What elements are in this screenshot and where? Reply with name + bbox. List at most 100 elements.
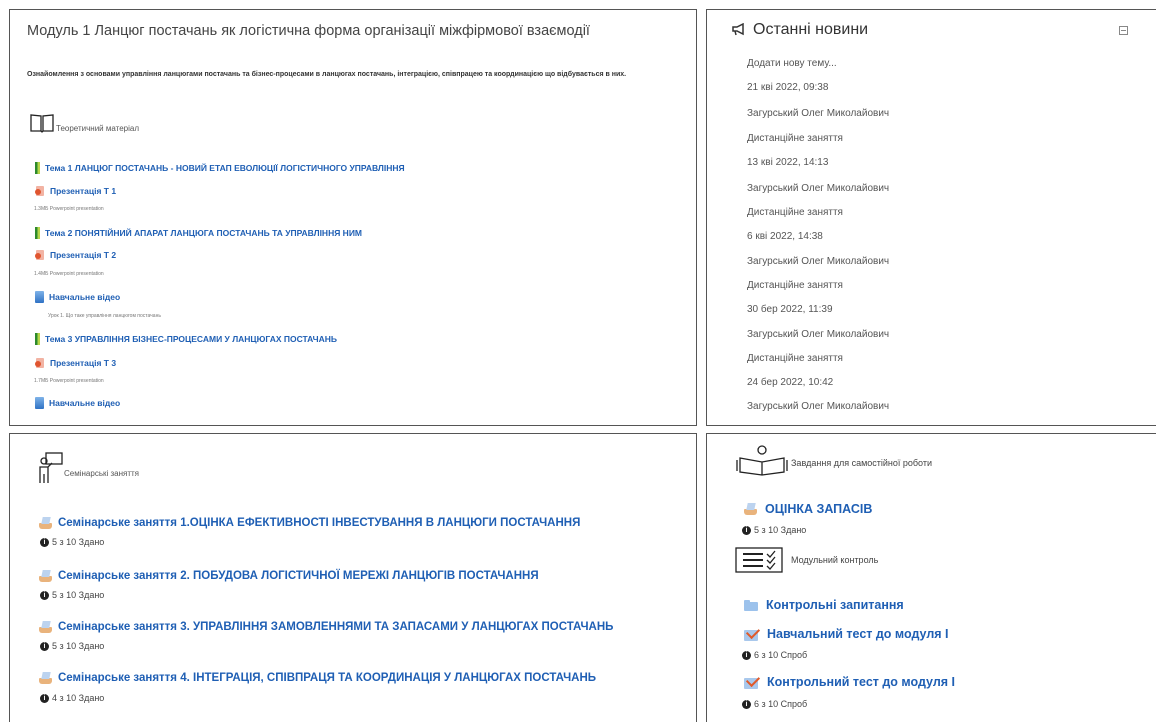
status-text: 5 з 10 Здано (52, 590, 105, 600)
resource-link[interactable]: Навчальне відео (49, 292, 120, 302)
resource-link[interactable]: Тема 1 ЛАНЦЮГ ПОСТАЧАНЬ - НОВИЙ ЕТАП ЕВО… (45, 163, 405, 173)
news-subject-link[interactable]: Дистанційне заняття (747, 133, 843, 144)
assignment-icon (39, 621, 52, 633)
book-icon (35, 162, 40, 174)
status-text: 5 з 10 Здано (52, 641, 105, 651)
file-icon (35, 291, 44, 303)
submission-status: i 5 з 10 Здано (742, 525, 806, 535)
attempts-status: i 6 з 10 Спроб (742, 650, 807, 660)
seminar-prefix[interactable]: Семінарське заняття (58, 672, 180, 684)
collapse-block-icon[interactable] (1119, 26, 1128, 35)
seminar-4[interactable]: Семінарське заняття 4. ІНТЕГРАЦІЯ, СПІВП… (39, 672, 596, 684)
resource-link[interactable]: Навчальне відео (49, 398, 120, 408)
book-icon (35, 333, 40, 345)
quiz-title[interactable]: Навчальний тест до модуля І (767, 627, 949, 641)
book-icon (35, 227, 40, 239)
assignment-icon (39, 517, 52, 529)
resource-topic-1[interactable]: Тема 1 ЛАНЦЮГ ПОСТАЧАНЬ - НОВИЙ ЕТАП ЕВО… (35, 161, 405, 175)
quiz-training[interactable]: Навчальний тест до модуля І (744, 627, 949, 641)
seminar-1[interactable]: Семінарське заняття 1.ОЦІНКА ЕФЕКТИВНОСТ… (39, 517, 580, 529)
resource-meta: 1.4МБ Powerpoint presentation (34, 271, 104, 277)
info-icon: i (742, 525, 751, 535)
seminar-2[interactable]: Семінарське заняття 2. ПОБУДОВА ЛОГІСТИЧ… (39, 570, 539, 582)
resource-video-1[interactable]: Навчальне відео (35, 290, 120, 304)
quiz-icon (744, 676, 759, 689)
resource-link[interactable]: Презентація Т 3 (50, 358, 116, 368)
seminar-title[interactable]: 2. ПОБУДОВА ЛОГІСТИЧНОЇ МЕРЕЖІ ЛАНЦЮГІВ … (180, 570, 538, 582)
folder-icon (744, 599, 758, 611)
news-author: Загурський Олег Миколайович (747, 329, 890, 340)
powerpoint-icon (35, 357, 45, 369)
seminar-title[interactable]: 4. ІНТЕГРАЦІЯ, СПІВПРАЦЯ ТА КООРДИНАЦІЯ … (180, 672, 596, 684)
module-control-label: Модульний контроль (791, 555, 879, 565)
seminar-prefix[interactable]: Семінарське заняття (58, 621, 180, 633)
info-icon: i (40, 641, 49, 651)
resource-presentation-3[interactable]: Презентація Т 3 (35, 356, 116, 370)
seminar-prefix[interactable]: Семінарське заняття (58, 570, 180, 582)
submission-status: i 5 з 10 Здано (40, 537, 104, 547)
news-subject-link[interactable]: Дистанційне заняття (747, 207, 843, 218)
resource-meta: Урок 1. Що таке управління ланцюгом пост… (48, 313, 161, 319)
status-text: 4 з 10 Здано (52, 693, 105, 703)
quiz-control[interactable]: Контрольний тест до модуля І (744, 675, 955, 689)
info-icon: i (40, 693, 49, 703)
module-description: Ознайомлення з основами управління ланцю… (27, 71, 627, 78)
attempts-status: i 6 з 10 Спроб (742, 699, 807, 709)
assignment-icon (39, 570, 52, 582)
folder-title[interactable]: Контрольні запитання (766, 598, 904, 612)
resource-presentation-2[interactable]: Презентація Т 2 (35, 248, 116, 262)
seminar-title[interactable]: 1.ОЦІНКА ЕФЕКТИВНОСТІ ІНВЕСТУВАННЯ В ЛАН… (180, 517, 580, 529)
self-work-panel: Завдання для самостійної роботи ОЦІНКА З… (706, 433, 1156, 722)
quiz-icon (744, 628, 759, 641)
news-date: 24 бер 2022, 10:42 (747, 377, 834, 388)
checklist-icon (735, 547, 783, 573)
seminar-3[interactable]: Семінарське заняття 3. УПРАВЛІННЯ ЗАМОВЛ… (39, 621, 613, 633)
news-author: Загурський Олег Миколайович (747, 256, 890, 267)
resource-topic-3[interactable]: Тема 3 УПРАВЛІННЯ БІЗНЕС-ПРОЦЕСАМИ У ЛАН… (35, 332, 337, 346)
resource-link[interactable]: Тема 3 УПРАВЛІННЯ БІЗНЕС-ПРОЦЕСАМИ У ЛАН… (45, 334, 337, 344)
add-topic-link[interactable]: Додати нову тему... (747, 58, 837, 69)
module-title: Модуль 1 Ланцюг постачань як логістична … (27, 23, 590, 39)
powerpoint-icon (35, 249, 45, 261)
resource-presentation-1[interactable]: Презентація Т 1 (35, 184, 116, 198)
news-author: Загурський Олег Миколайович (747, 401, 890, 412)
seminars-panel: Семінарські заняття Семінарське заняття … (9, 433, 697, 722)
news-date: 21 кві 2022, 09:38 (747, 82, 829, 93)
assignment-title[interactable]: ОЦІНКА ЗАПАСІВ (765, 502, 872, 516)
quiz-title[interactable]: Контрольний тест до модуля І (767, 675, 955, 689)
news-panel: Останні новини Додати нову тему... 21 кв… (706, 9, 1156, 426)
news-date: 30 бер 2022, 11:39 (747, 304, 833, 315)
resource-link[interactable]: Презентація Т 2 (50, 250, 116, 260)
status-text: 6 з 10 Спроб (754, 650, 808, 660)
news-subject-link[interactable]: Дистанційне заняття (747, 353, 843, 364)
status-text: 5 з 10 Здано (52, 537, 105, 547)
open-book-icon (30, 114, 54, 133)
resource-meta: 1.7МБ Powerpoint presentation (34, 378, 104, 384)
resource-link[interactable]: Презентація Т 1 (50, 186, 116, 196)
assignment-icon (744, 503, 757, 515)
teacher-board-icon (39, 452, 63, 483)
status-text: 6 з 10 Спроб (754, 699, 808, 709)
seminar-title[interactable]: 3. УПРАВЛІННЯ ЗАМОВЛЕННЯМИ ТА ЗАПАСАМИ У… (180, 621, 613, 633)
news-title: Останні новини (753, 21, 869, 38)
assignment-stock-evaluation[interactable]: ОЦІНКА ЗАПАСІВ (744, 502, 872, 516)
powerpoint-icon (35, 185, 45, 197)
news-subject-link[interactable]: Дистанційне заняття (747, 280, 843, 291)
submission-status: i 5 з 10 Здано (40, 641, 104, 651)
seminar-prefix[interactable]: Семінарське заняття (58, 517, 180, 529)
seminars-label: Семінарські заняття (64, 469, 140, 478)
file-icon (35, 397, 44, 409)
news-date: 6 кві 2022, 14:38 (747, 231, 823, 242)
self-work-label: Завдання для самостійної роботи (791, 458, 933, 468)
news-date: 13 кві 2022, 14:13 (747, 157, 829, 168)
news-author: Загурський Олег Миколайович (747, 108, 890, 119)
resource-video-2[interactable]: Навчальне відео (35, 396, 120, 410)
folder-control-questions[interactable]: Контрольні запитання (744, 598, 904, 612)
resource-link[interactable]: Тема 2 ПОНЯТІЙНИЙ АПАРАТ ЛАНЦЮГА ПОСТАЧА… (45, 228, 362, 238)
megaphone-icon (732, 23, 744, 36)
theory-material-label: Теоретичний матеріал (56, 124, 139, 133)
person-reading-icon (736, 445, 788, 476)
news-author: Загурський Олег Миколайович (747, 183, 890, 194)
info-icon: i (40, 537, 49, 547)
resource-topic-2[interactable]: Тема 2 ПОНЯТІЙНИЙ АПАРАТ ЛАНЦЮГА ПОСТАЧА… (35, 226, 362, 240)
